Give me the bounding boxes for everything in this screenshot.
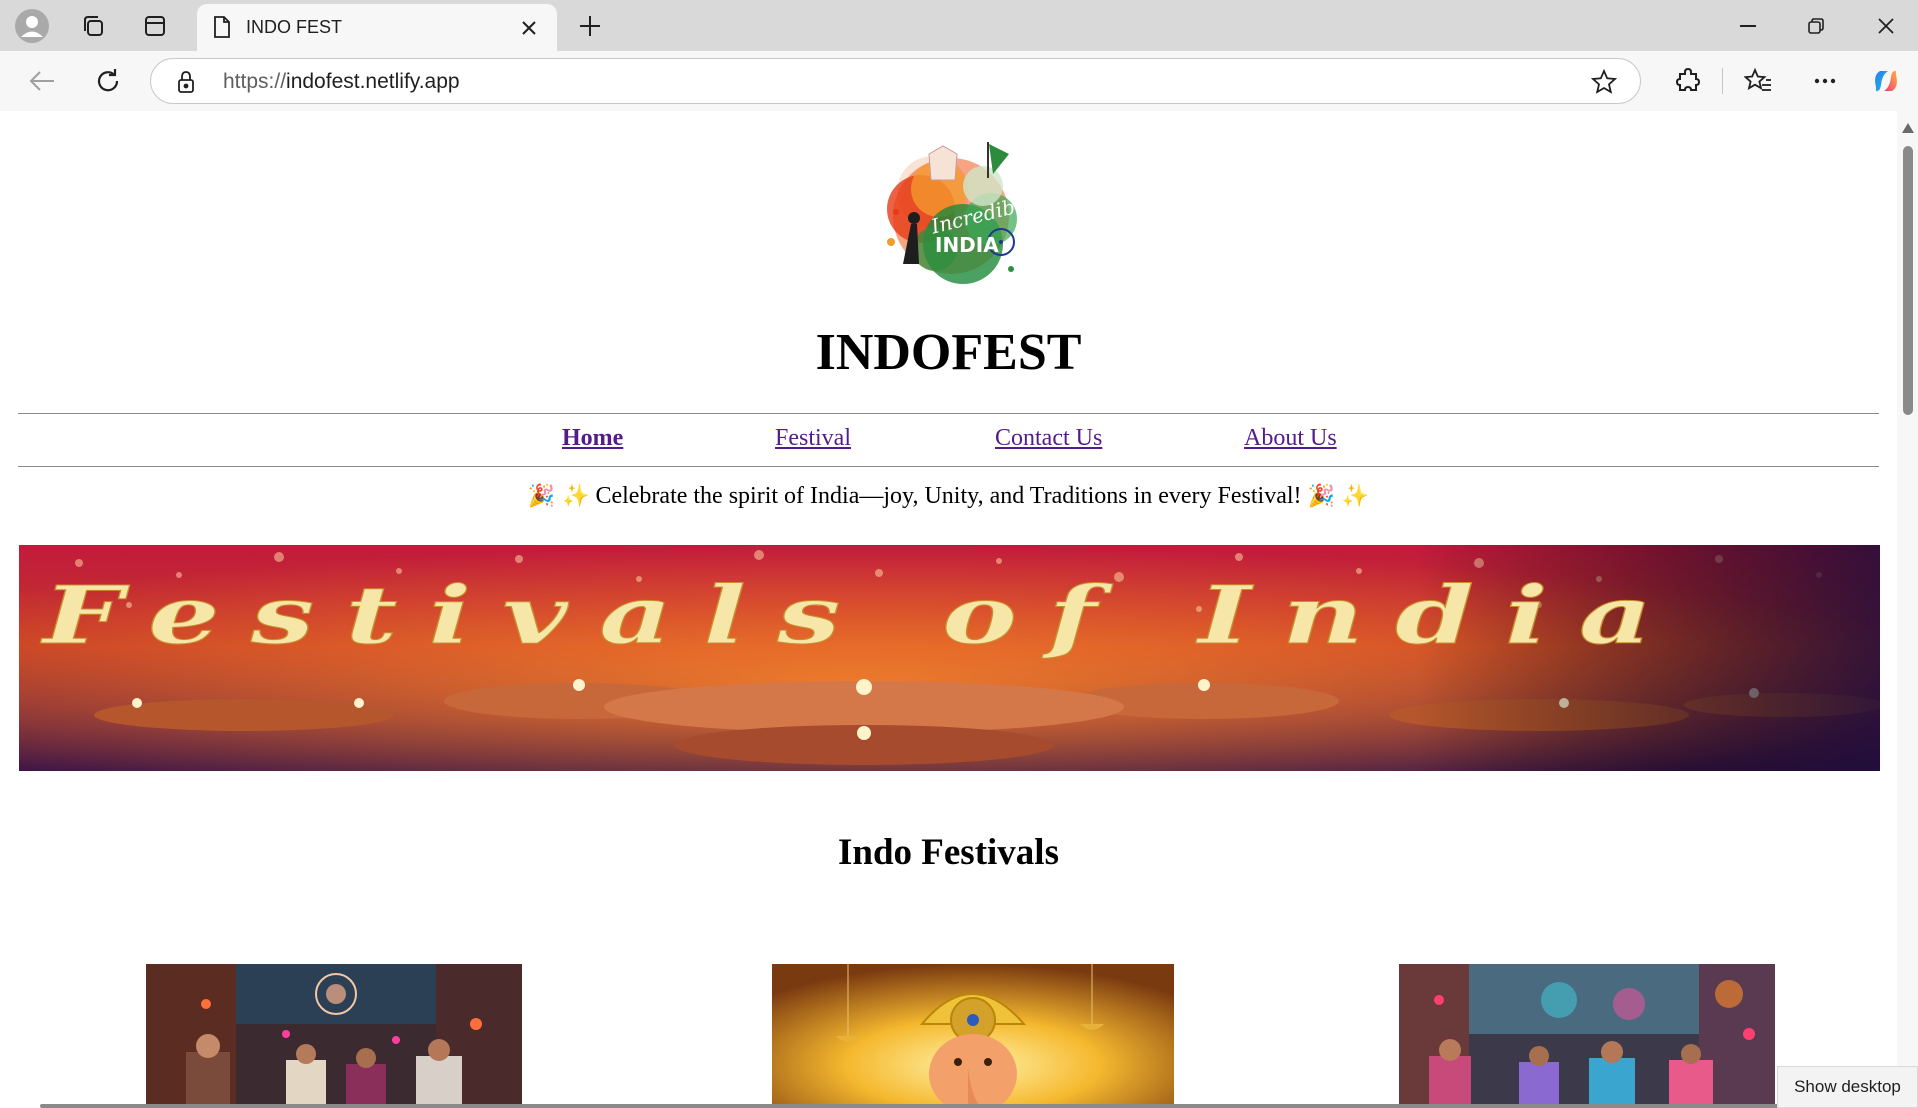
profile-icon[interactable] <box>12 6 52 46</box>
scroll-up-arrow-icon <box>1902 123 1914 133</box>
tab-actions-icon[interactable] <box>137 8 173 44</box>
logo-text-line2: INDIA <box>935 233 999 257</box>
browser-toolbar: https://indofest.netlify.app <box>0 51 1918 111</box>
url-text: https://indofest.netlify.app <box>223 70 460 94</box>
copilot-icon[interactable] <box>1868 63 1904 99</box>
incredible-india-logo: Incredible INDIA <box>851 134 1051 294</box>
festival-card-image-ganesha[interactable] <box>772 964 1174 1108</box>
party-sparkle-emoji-right: 🎉 ✨ <box>1307 484 1370 509</box>
party-sparkle-emoji-left: 🎉 ✨ <box>527 484 590 509</box>
nav-bottom-divider <box>18 466 1879 467</box>
toolbar-divider <box>1722 68 1723 94</box>
window-close-icon[interactable] <box>1868 10 1904 42</box>
favorite-star-icon[interactable] <box>1590 69 1618 95</box>
workspaces-icon[interactable] <box>75 8 111 44</box>
tab-title: INDO FEST <box>246 17 343 37</box>
url-scheme: https:// <box>223 70 287 93</box>
active-tab[interactable]: INDO FEST <box>197 4 557 51</box>
tagline: 🎉 ✨ Celebrate the spirit of India—joy, U… <box>6 483 1891 510</box>
vertical-scroll-thumb[interactable] <box>1903 146 1913 415</box>
nav-top-divider <box>18 413 1879 414</box>
extensions-icon[interactable] <box>1670 63 1706 99</box>
url-host: indofest.netlify.app <box>286 70 460 93</box>
tab-strip: INDO FEST <box>0 0 1918 51</box>
festival-card-image-holi-street[interactable] <box>1399 964 1775 1108</box>
back-icon[interactable] <box>24 63 60 99</box>
address-bar[interactable]: https://indofest.netlify.app <box>150 58 1641 104</box>
nav-link-home[interactable]: Home <box>562 425 623 452</box>
horizontal-scroll-thumb[interactable] <box>40 1104 1782 1108</box>
festivals-banner: Festivals of India <box>19 545 1884 771</box>
nav-link-contact-us[interactable]: Contact Us <box>995 425 1102 452</box>
tagline-text: Celebrate the spirit of India—joy, Unity… <box>595 483 1302 509</box>
banner-text: Festivals of India <box>40 568 1683 662</box>
minimize-icon[interactable] <box>1730 10 1766 42</box>
nav-link-festival[interactable]: Festival <box>775 425 851 452</box>
horizontal-scrollbar[interactable] <box>0 1102 1897 1108</box>
restore-icon[interactable] <box>1798 10 1834 42</box>
close-icon[interactable] <box>517 16 541 40</box>
nav-link-about-us[interactable]: About Us <box>1244 425 1337 452</box>
site-info-icon[interactable] <box>175 70 197 94</box>
festival-card-image-street-celebration[interactable] <box>146 964 522 1108</box>
favorites-icon[interactable] <box>1740 63 1776 99</box>
web-page: Incredible INDIA INDOFEST Home Festival … <box>6 111 1897 1108</box>
page-icon <box>211 15 233 39</box>
vertical-scrollbar[interactable] <box>1897 111 1918 1108</box>
page-viewport: Incredible INDIA INDOFEST Home Festival … <box>6 111 1897 1108</box>
site-title: INDOFEST <box>815 324 1082 381</box>
refresh-icon[interactable] <box>90 63 126 99</box>
show-desktop-button[interactable]: Show desktop <box>1777 1066 1918 1108</box>
section-title: Indo Festivals <box>837 832 1059 873</box>
new-tab-icon[interactable] <box>574 10 606 42</box>
more-icon[interactable] <box>1807 63 1843 99</box>
